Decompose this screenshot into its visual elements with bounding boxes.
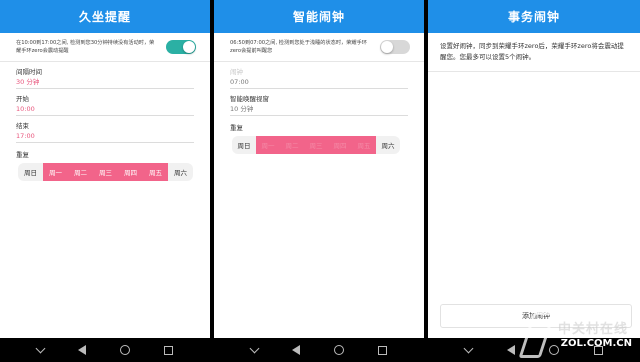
day-tuesday[interactable]: 周二 — [68, 163, 93, 181]
start-time-field[interactable]: 开始 10:00 — [16, 89, 194, 116]
toggle-knob — [183, 41, 195, 53]
event-alarm-info: 设置好闹钟，同步到荣耀手环zero后，荣耀手环zero将会震动提醒您。您最多可以… — [428, 33, 640, 72]
field-value: 07:00 — [230, 78, 249, 86]
home-icon[interactable] — [549, 345, 560, 355]
field-label: 开始 — [16, 95, 29, 103]
wake-window-field[interactable]: 智能唤醒视窗 10 分钟 — [230, 89, 408, 116]
system-nav-bar — [214, 338, 424, 362]
sedentary-toggle[interactable] — [166, 40, 196, 54]
day-sunday[interactable]: 周日 — [232, 136, 256, 154]
repeat-days: 周日 周一 周二 周三 周四 周五 周六 — [18, 163, 210, 181]
add-alarm-button[interactable]: 添加闹钟 — [440, 304, 632, 328]
page-title: 智能闹钟 — [214, 0, 424, 33]
chevron-down-icon[interactable] — [249, 343, 260, 353]
day-wednesday[interactable]: 周三 — [304, 136, 328, 154]
recent-apps-icon[interactable] — [378, 345, 387, 355]
system-nav-bar — [0, 338, 210, 362]
home-icon[interactable] — [120, 345, 130, 355]
recent-apps-icon[interactable] — [593, 345, 603, 355]
system-nav-bar — [428, 338, 640, 362]
field-value: 17:00 — [16, 132, 35, 140]
day-sunday[interactable]: 周日 — [18, 163, 43, 181]
day-wednesday[interactable]: 周三 — [93, 163, 118, 181]
day-saturday[interactable]: 周六 — [168, 163, 193, 181]
back-icon[interactable] — [292, 345, 300, 355]
back-icon[interactable] — [78, 345, 86, 355]
repeat-days: 周日 周一 周二 周三 周四 周五 周六 — [232, 136, 424, 154]
event-alarm-screen: 事务闹钟 设置好闹钟，同步到荣耀手环zero后，荣耀手环zero将会震动提醒您。… — [428, 0, 640, 362]
back-icon[interactable] — [506, 345, 515, 355]
day-tuesday[interactable]: 周二 — [280, 136, 304, 154]
field-label: 闹钟 — [230, 68, 243, 76]
smart-alarm-description: 06:50到07:00之间, 检测到您处于浅睡的状态时，荣耀手环zero会提前叫… — [230, 40, 367, 54]
sedentary-reminder-screen: 久坐提醒 在10:00到17:00之间, 检测到您30分钟持续没有活动时，荣耀手… — [0, 0, 210, 362]
page-title: 久坐提醒 — [0, 0, 210, 33]
field-value: 10:00 — [16, 105, 35, 113]
page-title: 事务闹钟 — [428, 0, 640, 33]
day-friday[interactable]: 周五 — [352, 136, 376, 154]
field-label: 智能唤醒视窗 — [230, 95, 269, 103]
field-value: 30 分钟 — [16, 78, 40, 86]
end-time-field[interactable]: 结束 17:00 — [16, 116, 194, 143]
smart-alarm-toggle[interactable] — [380, 40, 410, 54]
field-label: 结束 — [16, 122, 29, 130]
day-monday[interactable]: 周一 — [43, 163, 68, 181]
repeat-label: 重复 — [16, 151, 29, 159]
repeat-label: 重复 — [230, 124, 243, 132]
field-value: 10 分钟 — [230, 105, 254, 113]
day-friday[interactable]: 周五 — [143, 163, 168, 181]
smart-alarm-toggle-row: 06:50到07:00之间, 检测到您处于浅睡的状态时，荣耀手环zero会提前叫… — [214, 33, 424, 62]
alarm-time-field[interactable]: 闹钟 07:00 — [230, 62, 408, 89]
day-saturday[interactable]: 周六 — [376, 136, 400, 154]
chevron-down-icon[interactable] — [463, 343, 474, 353]
toggle-knob — [381, 41, 393, 53]
day-monday[interactable]: 周一 — [256, 136, 280, 154]
chevron-down-icon[interactable] — [35, 343, 46, 353]
sedentary-description: 在10:00到17:00之间, 检测到您30分钟持续没有活动时，荣耀手环zero… — [16, 40, 155, 54]
interval-field[interactable]: 间隔时间 30 分钟 — [16, 62, 194, 89]
recent-apps-icon[interactable] — [164, 345, 173, 355]
smart-alarm-screen: 智能闹钟 06:50到07:00之间, 检测到您处于浅睡的状态时，荣耀手环zer… — [214, 0, 424, 362]
day-thursday[interactable]: 周四 — [328, 136, 352, 154]
field-label: 间隔时间 — [16, 68, 42, 76]
sedentary-toggle-row: 在10:00到17:00之间, 检测到您30分钟持续没有活动时，荣耀手环zero… — [0, 33, 210, 62]
day-thursday[interactable]: 周四 — [118, 163, 143, 181]
home-icon[interactable] — [334, 345, 344, 355]
